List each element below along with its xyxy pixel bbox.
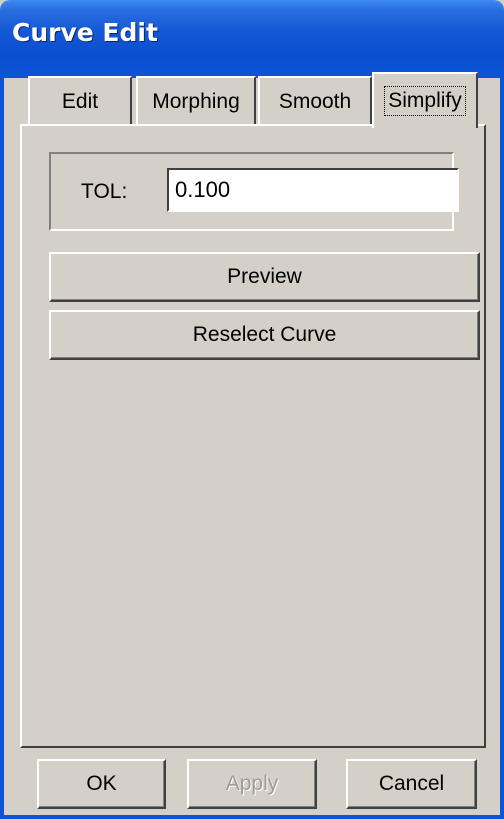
tab-morphing[interactable]: Morphing (136, 76, 256, 126)
tab-edit[interactable]: Edit (28, 76, 132, 126)
tab-simplify-label: Simplify (384, 86, 466, 116)
window-frame-left (0, 78, 4, 819)
cancel-button[interactable]: Cancel (346, 759, 477, 809)
preview-button-label: Preview (227, 265, 302, 288)
cancel-button-label: Cancel (378, 772, 445, 795)
preview-button[interactable]: Preview (49, 252, 480, 302)
ok-button-label: OK (86, 772, 117, 795)
tol-input[interactable] (167, 168, 459, 212)
tab-smooth[interactable]: Smooth (258, 76, 372, 126)
apply-button[interactable]: Apply (187, 759, 317, 809)
tol-group: TOL: (49, 152, 459, 231)
reselect-curve-button[interactable]: Reselect Curve (49, 310, 480, 360)
tab-morphing-label: Morphing (152, 90, 240, 113)
window-frame-right (500, 78, 504, 819)
title-bar[interactable]: Curve Edit (0, 0, 504, 78)
tab-edit-label: Edit (61, 90, 99, 113)
tab-simplify[interactable]: Simplify (372, 72, 478, 128)
tab-smooth-label: Smooth (278, 90, 352, 113)
window-title: Curve Edit (12, 18, 158, 47)
tol-label: TOL: (81, 180, 128, 203)
ok-button[interactable]: OK (37, 759, 166, 809)
simplify-panel: TOL: Preview Reselect Curve (20, 124, 486, 748)
apply-button-label: Apply (225, 772, 279, 795)
reselect-curve-button-label: Reselect Curve (192, 323, 337, 346)
curve-edit-dialog: Curve Edit Edit Morphing Smooth Simplify… (0, 0, 504, 819)
window-frame-bottom (0, 815, 504, 819)
